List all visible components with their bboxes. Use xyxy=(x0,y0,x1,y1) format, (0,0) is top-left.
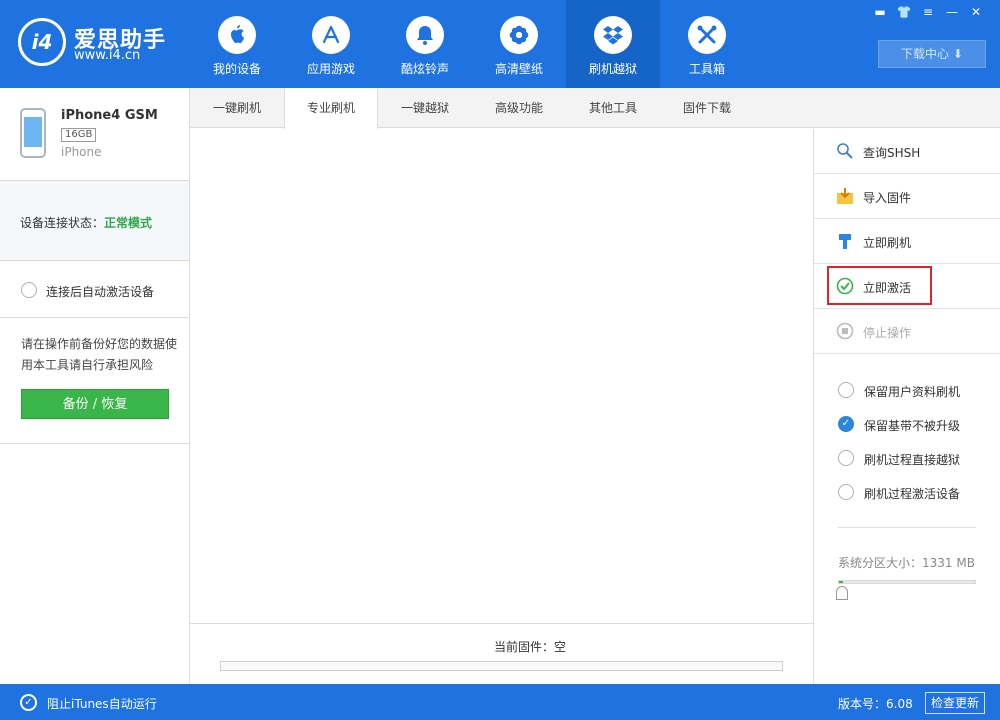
nav-label: 应用游戏 xyxy=(306,62,355,76)
app-header: i4 爱思助手 www.i4.cn 我的设备 应用游戏 酷炫铃声 高清壁纸 刷机… xyxy=(0,0,1000,88)
nav-toolbox[interactable]: 工具箱 xyxy=(660,0,754,88)
main-nav: 我的设备 应用游戏 酷炫铃声 高清壁纸 刷机越狱 工具箱 xyxy=(190,0,754,88)
firmware-footer: 当前固件：空 xyxy=(190,623,813,684)
option-keep-baseband[interactable]: ✓ 保留基带不被升级 xyxy=(838,415,998,435)
app-url: www.i4.cn xyxy=(74,48,141,63)
minimize-icon[interactable]: — xyxy=(942,4,962,20)
stop-icon xyxy=(836,322,854,340)
tools-icon xyxy=(688,16,726,54)
block-itunes-label: 阻止iTunes自动运行 xyxy=(47,697,157,711)
firmware-list-area: 当前固件：空 xyxy=(190,129,813,684)
nav-label: 刷机越狱 xyxy=(588,62,637,76)
close-icon[interactable]: ✕ xyxy=(966,4,986,20)
connection-status: 设备连接状态：正常模式 xyxy=(0,181,189,261)
auto-activate-radio[interactable] xyxy=(21,282,37,298)
tab-pro-flash[interactable]: 专业刷机 xyxy=(284,88,378,129)
option-radio-checked[interactable]: ✓ xyxy=(838,416,854,432)
auto-activate-option[interactable]: 连接后自动激活设备 xyxy=(0,261,189,318)
nav-apps-games[interactable]: 应用游戏 xyxy=(284,0,378,88)
action-label: 立即激活 xyxy=(863,281,912,295)
device-info: iPhone4 GSM 16GB iPhone xyxy=(0,88,189,181)
feedback-icon[interactable]: ▬ xyxy=(870,4,890,20)
import-icon xyxy=(836,187,854,205)
nav-label: 高清壁纸 xyxy=(494,62,543,76)
phone-icon xyxy=(20,108,46,158)
action-label: 导入固件 xyxy=(863,191,912,205)
status-bar: ✓ 阻止iTunes自动运行 版本号：6.08 检查更新 xyxy=(0,684,1000,720)
stop-operation-button[interactable]: 停止操作 xyxy=(814,309,1000,354)
option-label: 保留用户资料刷机 xyxy=(864,385,961,399)
brush-icon xyxy=(836,232,854,250)
activate-now-button[interactable]: 立即激活 xyxy=(814,264,1000,309)
app-logo: i4 爱思助手 www.i4.cn xyxy=(18,18,178,70)
app-store-icon xyxy=(312,16,350,54)
dropbox-icon xyxy=(594,16,632,54)
check-circle-icon xyxy=(836,277,854,295)
logo-mark: i4 xyxy=(18,18,66,66)
backup-tip: 请在操作前备份好您的数据使用本工具请自行承担风险 xyxy=(21,337,178,372)
menu-icon[interactable]: ≡ xyxy=(918,4,938,20)
partition-slider-track[interactable] xyxy=(838,580,976,584)
tab-one-click-jailbreak[interactable]: 一键越狱 xyxy=(378,88,472,128)
auto-activate-label: 连接后自动激活设备 xyxy=(46,285,155,299)
download-center-label: 下载中心 xyxy=(901,47,950,61)
option-label: 保留基带不被升级 xyxy=(864,419,961,433)
divider xyxy=(0,443,189,444)
status-label: 设备连接状态： xyxy=(20,216,105,230)
search-icon xyxy=(836,142,854,160)
skin-icon[interactable]: 👕 xyxy=(894,4,914,20)
device-name: iPhone4 GSM xyxy=(61,108,158,123)
import-firmware-button[interactable]: 导入固件 xyxy=(814,174,1000,219)
check-icon: ✓ xyxy=(20,694,37,711)
partition-size-label: 系统分区大小：1331 MB xyxy=(838,556,975,570)
flash-now-button[interactable]: 立即刷机 xyxy=(814,219,1000,264)
device-type: iPhone xyxy=(61,145,102,159)
status-value: 正常模式 xyxy=(104,216,153,230)
nav-label: 工具箱 xyxy=(688,62,725,76)
option-label: 刷机过程激活设备 xyxy=(864,487,961,501)
connection-status-text: 设备连接状态：正常模式 xyxy=(20,214,152,231)
version-label: 版本号：6.08 xyxy=(838,697,913,711)
option-keep-user-data[interactable]: 保留用户资料刷机 xyxy=(838,381,998,401)
bell-icon xyxy=(406,16,444,54)
nav-flash-jailbreak[interactable]: 刷机越狱 xyxy=(566,0,660,88)
tab-one-click-flash[interactable]: 一键刷机 xyxy=(190,88,284,128)
current-firmware-label: 当前固件：空 xyxy=(493,640,566,654)
option-jailbreak-during-flash[interactable]: 刷机过程直接越狱 xyxy=(838,449,998,469)
tab-firmware-download[interactable]: 固件下载 xyxy=(660,88,754,128)
partition-slider-handle[interactable] xyxy=(836,586,848,600)
partition-slider-fill xyxy=(839,581,843,583)
action-panel: 查询SHSH 导入固件 立即刷机 立即激活 停止操作 保留用户资料刷机 ✓ 保留… xyxy=(813,129,1000,684)
action-label: 查询SHSH xyxy=(863,146,921,160)
device-panel: iPhone4 GSM 16GB iPhone 设备连接状态：正常模式 连接后自… xyxy=(0,88,190,684)
flower-icon xyxy=(500,16,538,54)
download-center-button[interactable]: 下载中心 ⬇ xyxy=(878,40,986,68)
nav-label: 酷炫铃声 xyxy=(400,62,449,76)
query-shsh-button[interactable]: 查询SHSH xyxy=(814,129,1000,174)
window-controls: ▬ 👕 ≡ — ✕ xyxy=(870,4,986,20)
action-label: 立即刷机 xyxy=(863,236,912,250)
nav-wallpapers[interactable]: 高清壁纸 xyxy=(472,0,566,88)
option-radio[interactable] xyxy=(838,484,854,500)
divider xyxy=(838,527,976,528)
flash-progress-bar xyxy=(220,661,783,671)
download-icon: ⬇ xyxy=(952,47,963,61)
option-activate-during-flash[interactable]: 刷机过程激活设备 xyxy=(838,483,998,503)
option-radio[interactable] xyxy=(838,382,854,398)
flash-tabs: 一键刷机 专业刷机 一键越狱 高级功能 其他工具 固件下载 xyxy=(190,88,1000,129)
apple-icon xyxy=(218,16,256,54)
check-update-button[interactable]: 检查更新 xyxy=(925,692,986,714)
tab-other-tools[interactable]: 其他工具 xyxy=(566,88,660,128)
device-capacity-badge: 16GB xyxy=(61,128,97,142)
nav-ringtones[interactable]: 酷炫铃声 xyxy=(378,0,472,88)
backup-restore-button[interactable]: 备份 / 恢复 xyxy=(21,389,169,419)
nav-my-device[interactable]: 我的设备 xyxy=(190,0,284,88)
option-label: 刷机过程直接越狱 xyxy=(864,453,961,467)
option-radio[interactable] xyxy=(838,450,854,466)
action-label: 停止操作 xyxy=(863,326,912,340)
nav-label: 我的设备 xyxy=(212,62,261,76)
tab-advanced[interactable]: 高级功能 xyxy=(472,88,566,128)
